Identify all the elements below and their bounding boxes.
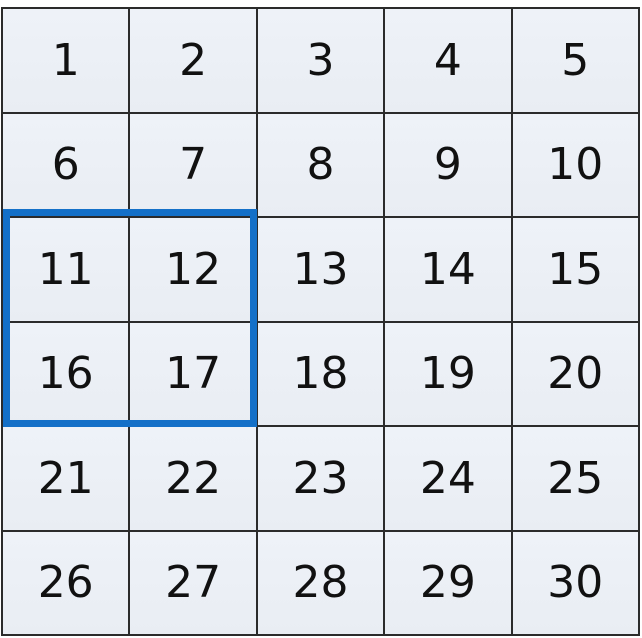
number-grid: 1 2 3 4 5 6 7 8 9 10 11 12 13 14 15 16 1… <box>1 7 640 636</box>
grid-cell: 28 <box>257 531 386 636</box>
grid-cell: 13 <box>257 218 386 323</box>
grid-cell: 25 <box>512 427 640 532</box>
grid-cell: 21 <box>3 427 131 532</box>
grid-cell: 18 <box>257 322 386 427</box>
grid-cell: 9 <box>385 113 513 218</box>
grid-cell: 20 <box>512 322 640 427</box>
grid-cell-selected: 12 <box>130 218 258 323</box>
grid-cell: 26 <box>3 531 131 636</box>
grid-cell: 5 <box>512 9 640 114</box>
grid-cell: 14 <box>385 218 513 323</box>
grid-cell: 24 <box>385 427 513 532</box>
grid-cell: 19 <box>385 322 513 427</box>
grid-cell: 30 <box>512 531 640 636</box>
grid-cell-selected: 17 <box>130 322 258 427</box>
grid-cell: 27 <box>130 531 258 636</box>
grid-cell: 4 <box>385 9 513 114</box>
grid-cell: 22 <box>130 427 258 532</box>
grid-cell: 23 <box>257 427 386 532</box>
grid-cell: 7 <box>130 113 258 218</box>
grid-cell: 10 <box>512 113 640 218</box>
grid-cell: 2 <box>130 9 258 114</box>
grid-cell-selected: 16 <box>3 322 131 427</box>
grid-cell: 15 <box>512 218 640 323</box>
grid-cell: 8 <box>257 113 386 218</box>
grid-cell: 3 <box>257 9 386 114</box>
grid-cell: 1 <box>3 9 131 114</box>
grid-cell: 29 <box>385 531 513 636</box>
grid-cell: 6 <box>3 113 131 218</box>
grid-cell-selected: 11 <box>3 218 131 323</box>
number-grid-diagram: 1 2 3 4 5 6 7 8 9 10 11 12 13 14 15 16 1… <box>0 0 642 638</box>
